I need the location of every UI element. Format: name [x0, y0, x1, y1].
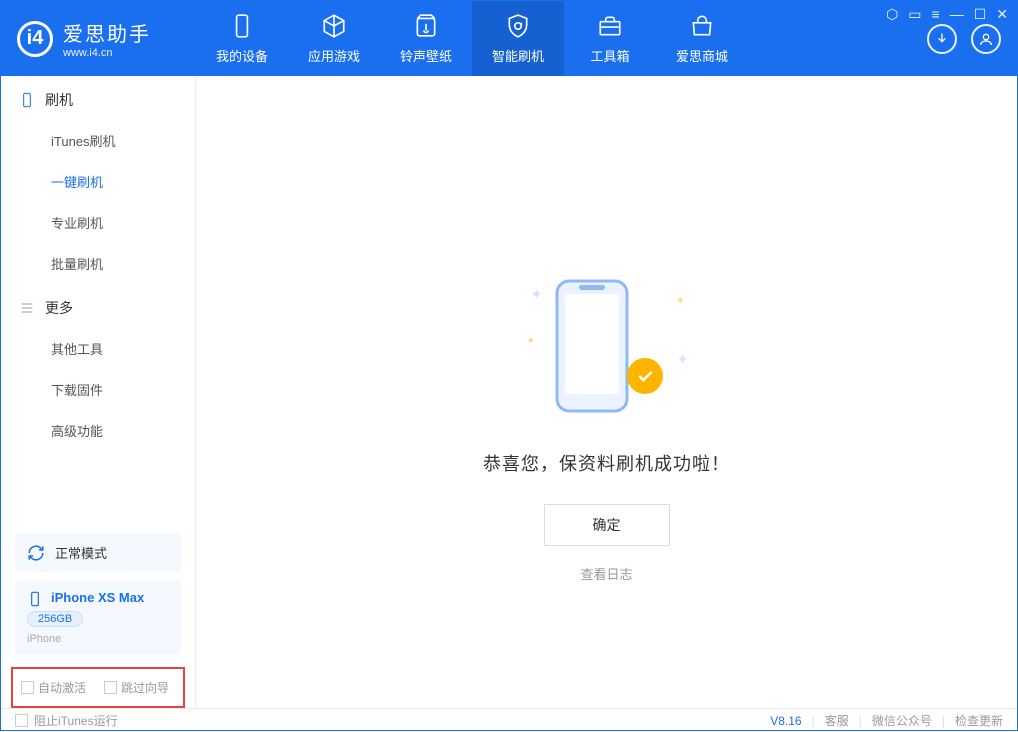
options-highlight-box: 自动激活 跳过向导 [11, 667, 185, 708]
footer-bar: 阻止iTunes运行 V8.16 | 客服 | 微信公众号 | 检查更新 [1, 708, 1017, 732]
tab-label: 智能刷机 [492, 46, 544, 65]
view-log-link[interactable]: 查看日志 [580, 564, 632, 583]
check-badge-icon [627, 358, 663, 394]
tab-label: 爱思商城 [676, 46, 728, 65]
cube-icon [320, 12, 348, 40]
checkbox-label: 自动激活 [38, 679, 86, 696]
maximize-button[interactable]: ☐ [974, 6, 987, 23]
tab-label: 工具箱 [590, 46, 629, 65]
app-logo-icon: i4 [17, 21, 53, 57]
checkbox-block-itunes[interactable]: 阻止iTunes运行 [15, 712, 118, 729]
tab-label: 应用游戏 [308, 46, 360, 65]
shield-refresh-icon [504, 12, 532, 40]
store-icon [688, 12, 716, 40]
sparkle-icon: ✦ [676, 296, 684, 307]
sparkle-icon: ✦ [527, 336, 535, 347]
tab-smart-flash[interactable]: 智能刷机 [472, 1, 564, 76]
minimize-button[interactable]: — [950, 6, 964, 23]
device-mode-row[interactable]: 正常模式 [15, 533, 181, 572]
success-message: 恭喜您，保资料刷机成功啦！ [483, 450, 730, 476]
refresh-icon [27, 544, 45, 562]
main-content: ✦ ✦ ✦ ✦ 恭喜您，保资料刷机成功啦！ 确定 查看日志 [196, 76, 1017, 708]
sidebar-item-other-tools[interactable]: 其他工具 [1, 328, 195, 369]
sidebar-section-flash: 刷机 [1, 76, 195, 120]
tab-my-device[interactable]: 我的设备 [196, 1, 288, 76]
sidebar-item-batch-flash[interactable]: 批量刷机 [1, 243, 195, 284]
section-title: 刷机 [45, 90, 73, 110]
close-button[interactable]: ✕ [996, 6, 1008, 23]
device-detail-card[interactable]: iPhone XS Max 256GB iPhone [15, 580, 181, 655]
sidebar-item-pro-flash[interactable]: 专业刷机 [1, 202, 195, 243]
device-type: iPhone [27, 633, 169, 645]
version-label: V8.16 [770, 714, 801, 728]
checkbox-label: 阻止iTunes运行 [34, 712, 118, 729]
checkbox-auto-activate[interactable]: 自动激活 [21, 679, 86, 696]
sparkle-icon: ✦ [531, 286, 543, 303]
sidebar-item-oneclick-flash[interactable]: 一键刷机 [1, 161, 195, 202]
app-title: 爱思助手 [63, 18, 151, 47]
ok-button[interactable]: 确定 [544, 504, 670, 546]
footer-link-wechat[interactable]: 微信公众号 [872, 712, 932, 729]
tab-toolbox[interactable]: 工具箱 [564, 1, 656, 76]
tab-apps-games[interactable]: 应用游戏 [288, 1, 380, 76]
header-bar: i4 爱思助手 www.i4.cn 我的设备 应用游戏 铃声壁纸 智能刷机 工具… [1, 1, 1017, 76]
menu-icon[interactable]: ≡ [932, 6, 940, 23]
device-icon [228, 12, 256, 40]
tab-store[interactable]: 爱思商城 [656, 1, 748, 76]
sidebar: 刷机 iTunes刷机 一键刷机 专业刷机 批量刷机 更多 其他工具 下载固件 … [1, 76, 196, 708]
tshirt-icon[interactable]: ⬡ [886, 6, 898, 23]
sidebar-item-itunes-flash[interactable]: iTunes刷机 [1, 120, 195, 161]
toolbox-icon [596, 12, 624, 40]
checkbox-icon [15, 714, 28, 727]
nav-tabs: 我的设备 应用游戏 铃声壁纸 智能刷机 工具箱 爱思商城 [196, 1, 927, 76]
tab-ringtones-wallpapers[interactable]: 铃声壁纸 [380, 1, 472, 76]
music-folder-icon [412, 12, 440, 40]
device-capacity-badge: 256GB [27, 611, 83, 627]
checkbox-icon [104, 681, 117, 694]
footer-link-update[interactable]: 检查更新 [955, 712, 1003, 729]
logo-area: i4 爱思助手 www.i4.cn [1, 1, 196, 76]
feedback-icon[interactable]: ▭ [908, 6, 921, 23]
download-button[interactable] [927, 24, 957, 54]
app-subtitle: www.i4.cn [63, 47, 151, 59]
tab-label: 我的设备 [216, 46, 268, 65]
phone-outline-icon [547, 276, 637, 416]
device-name: iPhone XS Max [51, 590, 144, 605]
section-title: 更多 [45, 298, 73, 318]
list-icon [19, 300, 35, 316]
sidebar-item-advanced[interactable]: 高级功能 [1, 410, 195, 451]
footer-link-support[interactable]: 客服 [825, 712, 849, 729]
checkbox-skip-guide[interactable]: 跳过向导 [104, 679, 169, 696]
user-button[interactable] [971, 24, 1001, 54]
sidebar-item-download-firmware[interactable]: 下载固件 [1, 369, 195, 410]
success-illustration: ✦ ✦ ✦ ✦ [547, 276, 667, 426]
checkbox-icon [21, 681, 34, 694]
sparkle-icon: ✦ [677, 351, 689, 368]
phone-icon [19, 92, 35, 108]
sidebar-section-more: 更多 [1, 284, 195, 328]
phone-icon [27, 591, 43, 607]
tab-label: 铃声壁纸 [400, 46, 452, 65]
system-buttons: ⬡ ▭ ≡ — ☐ ✕ [886, 6, 1008, 23]
device-mode-label: 正常模式 [55, 543, 107, 562]
checkbox-label: 跳过向导 [121, 679, 169, 696]
